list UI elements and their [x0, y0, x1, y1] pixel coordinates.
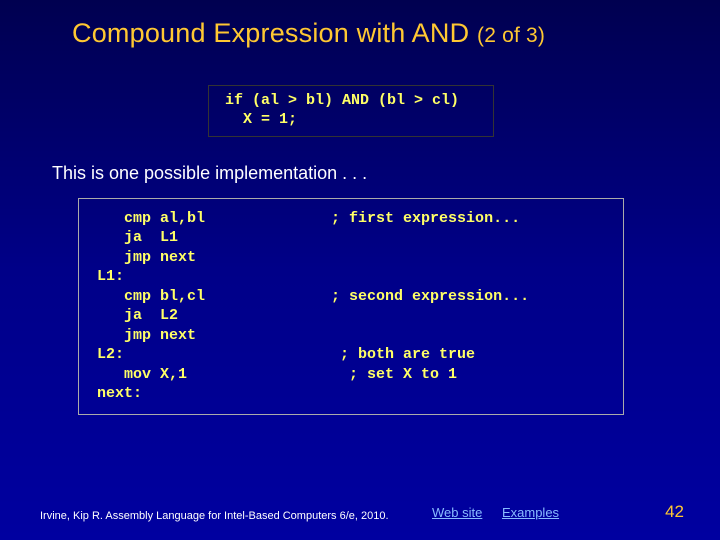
intro-text: This is one possible implementation . . … — [0, 137, 720, 184]
footer-credit: Irvine, Kip R. Assembly Language for Int… — [40, 510, 389, 522]
website-link[interactable]: Web site — [432, 505, 482, 520]
title-sub: (2 of 3) — [477, 24, 545, 47]
assembly-code-box: cmp al,bl ; first expression... ja L1 jm… — [78, 198, 624, 415]
slide-title: Compound Expression with AND (2 of 3) — [0, 0, 720, 49]
pseudocode-box: if (al > bl) AND (bl > cl) X = 1; — [208, 85, 494, 137]
slide-number: 42 — [665, 502, 684, 522]
title-main: Compound Expression with AND — [72, 18, 469, 48]
pseudo-line-2: X = 1; — [225, 111, 493, 130]
examples-link[interactable]: Examples — [502, 505, 559, 520]
footer-links: Web site Examples — [432, 505, 575, 520]
pseudo-line-1: if (al > bl) AND (bl > cl) — [225, 92, 493, 111]
